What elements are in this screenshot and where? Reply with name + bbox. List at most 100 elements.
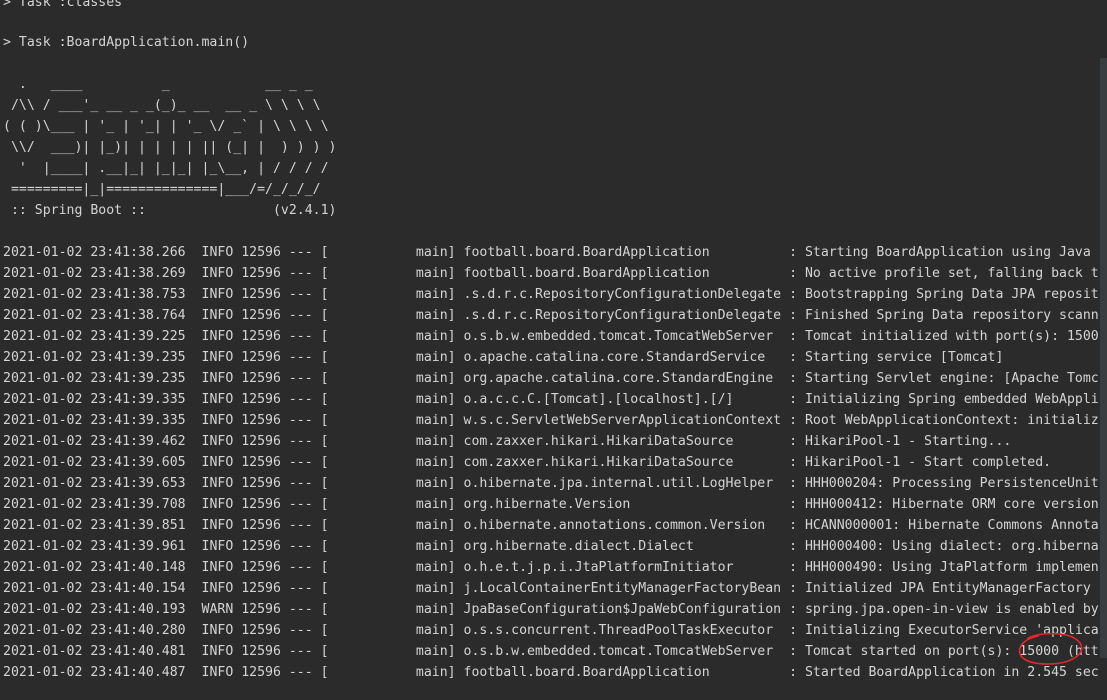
log-timestamp: 2021-01-02 23:41:40.280: [3, 623, 202, 638]
log-timestamp: 2021-01-02 23:41:40.154: [3, 581, 202, 596]
log-row: 2021-01-02 23:41:40.154 INFO 12596 --- […: [3, 578, 1107, 599]
log-pid: 12596: [241, 266, 289, 281]
log-logger: football.board.BoardApplication: [463, 245, 790, 260]
log-message: : Bootstrapping Spring Data JPA reposit: [789, 287, 1099, 302]
log-separator: ---: [288, 434, 321, 449]
log-pid: 12596: [241, 518, 289, 533]
log-message: : HikariPool-1 - Start completed.: [789, 455, 1052, 470]
log-row: 2021-01-02 23:41:39.235 INFO 12596 --- […: [3, 368, 1107, 389]
log-logger: o.h.e.t.j.p.i.JtaPlatformInitiator: [463, 560, 790, 575]
log-pid: 12596: [241, 539, 289, 554]
log-level: INFO: [201, 539, 242, 554]
log-message: : HHH000204: Processing PersistenceUnit: [789, 476, 1099, 491]
log-pid: 12596: [241, 665, 289, 680]
log-row: 2021-01-02 23:41:39.605 INFO 12596 --- […: [3, 452, 1107, 473]
log-pid: 12596: [241, 308, 289, 323]
log-message: : HHH000412: Hibernate ORM core version: [789, 497, 1099, 512]
log-timestamp: 2021-01-02 23:41:39.235: [3, 350, 202, 365]
log-separator: ---: [288, 581, 321, 596]
run-console: { "console": { "task_lines": [ "> Task :…: [0, 0, 1107, 700]
log-pid: 12596: [241, 644, 289, 659]
log-message: : Tomcat initialized with port(s): 1500: [789, 329, 1099, 344]
log-pid: 12596: [241, 329, 289, 344]
log-level: INFO: [201, 371, 242, 386]
log-separator: ---: [288, 371, 321, 386]
log-separator: ---: [288, 287, 321, 302]
log-timestamp: 2021-01-02 23:41:38.269: [3, 266, 202, 281]
log-logger: football.board.BoardApplication: [463, 665, 790, 680]
log-thread: [ main]: [320, 308, 464, 323]
log-message: : HHH000400: Using dialect: org.hiberna: [789, 539, 1099, 554]
log-logger: j.LocalContainerEntityManagerFactoryBean: [463, 581, 790, 596]
log-row: 2021-01-02 23:41:39.708 INFO 12596 --- […: [3, 494, 1107, 515]
log-pid: 12596: [241, 434, 289, 449]
log-thread: [ main]: [320, 665, 464, 680]
spring-boot-version-line: :: Spring Boot :: (v2.4.1): [3, 203, 337, 218]
log-row: 2021-01-02 23:41:39.851 INFO 12596 --- […: [3, 515, 1107, 536]
log-row: 2021-01-02 23:41:39.335 INFO 12596 --- […: [3, 389, 1107, 410]
log-pid: 12596: [241, 392, 289, 407]
log-logger: com.zaxxer.hikari.HikariDataSource: [463, 455, 790, 470]
log-level: INFO: [201, 266, 242, 281]
log-thread: [ main]: [320, 392, 464, 407]
log-thread: [ main]: [320, 287, 464, 302]
log-thread: [ main]: [320, 245, 464, 260]
log-logger: o.s.b.w.embedded.tomcat.TomcatWebServer: [463, 329, 790, 344]
log-row: 2021-01-02 23:41:38.764 INFO 12596 --- […: [3, 305, 1107, 326]
log-message: : HCANN000001: Hibernate Commons Annota: [789, 518, 1099, 533]
log-timestamp: 2021-01-02 23:41:38.753: [3, 287, 202, 302]
log-logger: o.s.b.w.embedded.tomcat.TomcatWebServer: [463, 644, 790, 659]
log-thread: [ main]: [320, 560, 464, 575]
log-message: : Starting service [Tomcat]: [789, 350, 1004, 365]
log-separator: ---: [288, 455, 321, 470]
log-row: 2021-01-02 23:41:40.148 INFO 12596 --- […: [3, 557, 1107, 578]
log-separator: ---: [288, 245, 321, 260]
log-thread: [ main]: [320, 602, 464, 617]
log-message: : No active profile set, falling back t: [789, 266, 1099, 281]
log-separator: ---: [288, 665, 321, 680]
log-separator: ---: [288, 644, 321, 659]
task-main-line: > Task :BoardApplication.main(): [3, 35, 250, 50]
log-separator: ---: [288, 476, 321, 491]
log-message: : spring.jpa.open-in-view is enabled by: [789, 602, 1099, 617]
log-row: 2021-01-02 23:41:38.269 INFO 12596 --- […: [3, 263, 1107, 284]
log-message: : Starting BoardApplication using Java: [789, 245, 1091, 260]
log-row: 2021-01-02 23:41:39.335 INFO 12596 --- […: [3, 410, 1107, 431]
log-row: 2021-01-02 23:41:40.193 WARN 12596 --- […: [3, 599, 1107, 620]
log-message: : HikariPool-1 - Starting...: [789, 434, 1012, 449]
log-timestamp: 2021-01-02 23:41:39.462: [3, 434, 202, 449]
log-thread: [ main]: [320, 497, 464, 512]
log-logger: o.hibernate.jpa.internal.util.LogHelper: [463, 476, 790, 491]
log-logger: football.board.BoardApplication: [463, 266, 790, 281]
log-logger: org.hibernate.dialect.Dialect: [463, 539, 790, 554]
console-scrollbar[interactable]: [1100, 58, 1107, 658]
log-level: INFO: [201, 497, 242, 512]
log-thread: [ main]: [320, 539, 464, 554]
log-logger: o.apache.catalina.core.StandardService: [463, 350, 790, 365]
log-level: INFO: [201, 413, 242, 428]
log-message: : Started BoardApplication in 2.545 sec: [789, 665, 1099, 680]
log-pid: 12596: [241, 350, 289, 365]
task-classes-line: > Task :classes: [3, 0, 123, 10]
log-pid: 12596: [241, 245, 289, 260]
log-logger: com.zaxxer.hikari.HikariDataSource: [463, 434, 790, 449]
log-message: : Starting Servlet engine: [Apache Tomc: [789, 371, 1099, 386]
log-separator: ---: [288, 560, 321, 575]
log-row: 2021-01-02 23:41:40.280 INFO 12596 --- […: [3, 620, 1107, 641]
log-level: WARN: [201, 602, 242, 617]
log-separator: ---: [288, 308, 321, 323]
log-row: 2021-01-02 23:41:38.753 INFO 12596 --- […: [3, 284, 1107, 305]
log-row: 2021-01-02 23:41:39.653 INFO 12596 --- […: [3, 473, 1107, 494]
log-timestamp: 2021-01-02 23:41:39.235: [3, 371, 202, 386]
log-timestamp: 2021-01-02 23:41:39.708: [3, 497, 202, 512]
log-level: INFO: [201, 434, 242, 449]
log-thread: [ main]: [320, 518, 464, 533]
log-separator: ---: [288, 350, 321, 365]
log-level: INFO: [201, 329, 242, 344]
log-level: INFO: [201, 665, 242, 680]
log-thread: [ main]: [320, 266, 464, 281]
log-row: 2021-01-02 23:41:39.961 INFO 12596 --- […: [3, 536, 1107, 557]
log-separator: ---: [288, 602, 321, 617]
log-level: INFO: [201, 350, 242, 365]
log-row: 2021-01-02 23:41:39.225 INFO 12596 --- […: [3, 326, 1107, 347]
